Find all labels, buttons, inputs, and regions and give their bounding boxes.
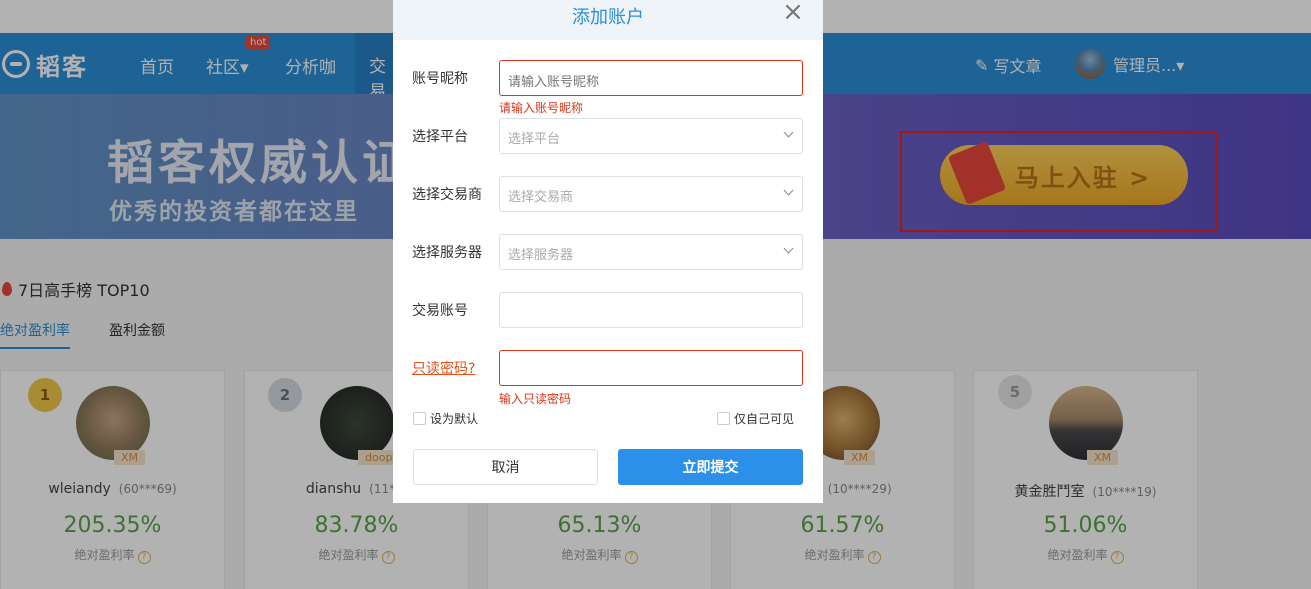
password-input[interactable] [499,350,803,386]
default-checkbox[interactable]: 设为默认 [413,410,478,427]
checkbox-icon [413,412,426,425]
cancel-button[interactable]: 取消 [413,449,598,485]
server-placeholder: 选择服务器 [508,248,574,263]
nickname-input[interactable] [499,60,803,96]
dialog-header: 添加账户 × [393,0,823,40]
password-help-link[interactable]: 只读密码? [412,358,475,378]
password-error: 输入只读密码 [499,392,572,406]
nickname-error: 请输入账号昵称 [499,101,584,115]
submit-button[interactable]: 立即提交 [618,449,803,485]
private-checkbox-label: 仅自己可见 [734,412,795,426]
account-label: 交易账号 [412,303,468,319]
page: 韬客 首页 社区▾ hot 分析咖 交易 ✎ 写文章 管理员...▾ 韬客权威认… [0,0,1311,589]
account-input[interactable] [499,292,803,328]
broker-label: 选择交易商 [412,187,482,203]
private-checkbox[interactable]: 仅自己可见 [717,410,794,427]
default-checkbox-label: 设为默认 [430,412,479,426]
broker-select[interactable]: 选择交易商 [499,176,803,212]
nickname-label: 账号昵称 [412,71,468,87]
dialog-title: 添加账户 [572,7,644,28]
checkbox-icon [717,412,730,425]
chevron-down-icon [783,243,794,254]
close-icon[interactable]: × [782,0,804,26]
platform-label: 选择平台 [412,129,468,145]
chevron-down-icon [783,127,794,138]
server-select[interactable]: 选择服务器 [499,234,803,270]
platform-select[interactable]: 选择平台 [499,118,803,154]
broker-placeholder: 选择交易商 [508,190,574,205]
add-account-dialog: 添加账户 × 账号昵称 请输入账号昵称 选择平台 选择平台 选择交易商 选择交易… [393,0,823,503]
platform-placeholder: 选择平台 [508,132,561,147]
chevron-down-icon [783,185,794,196]
server-label: 选择服务器 [412,245,482,261]
